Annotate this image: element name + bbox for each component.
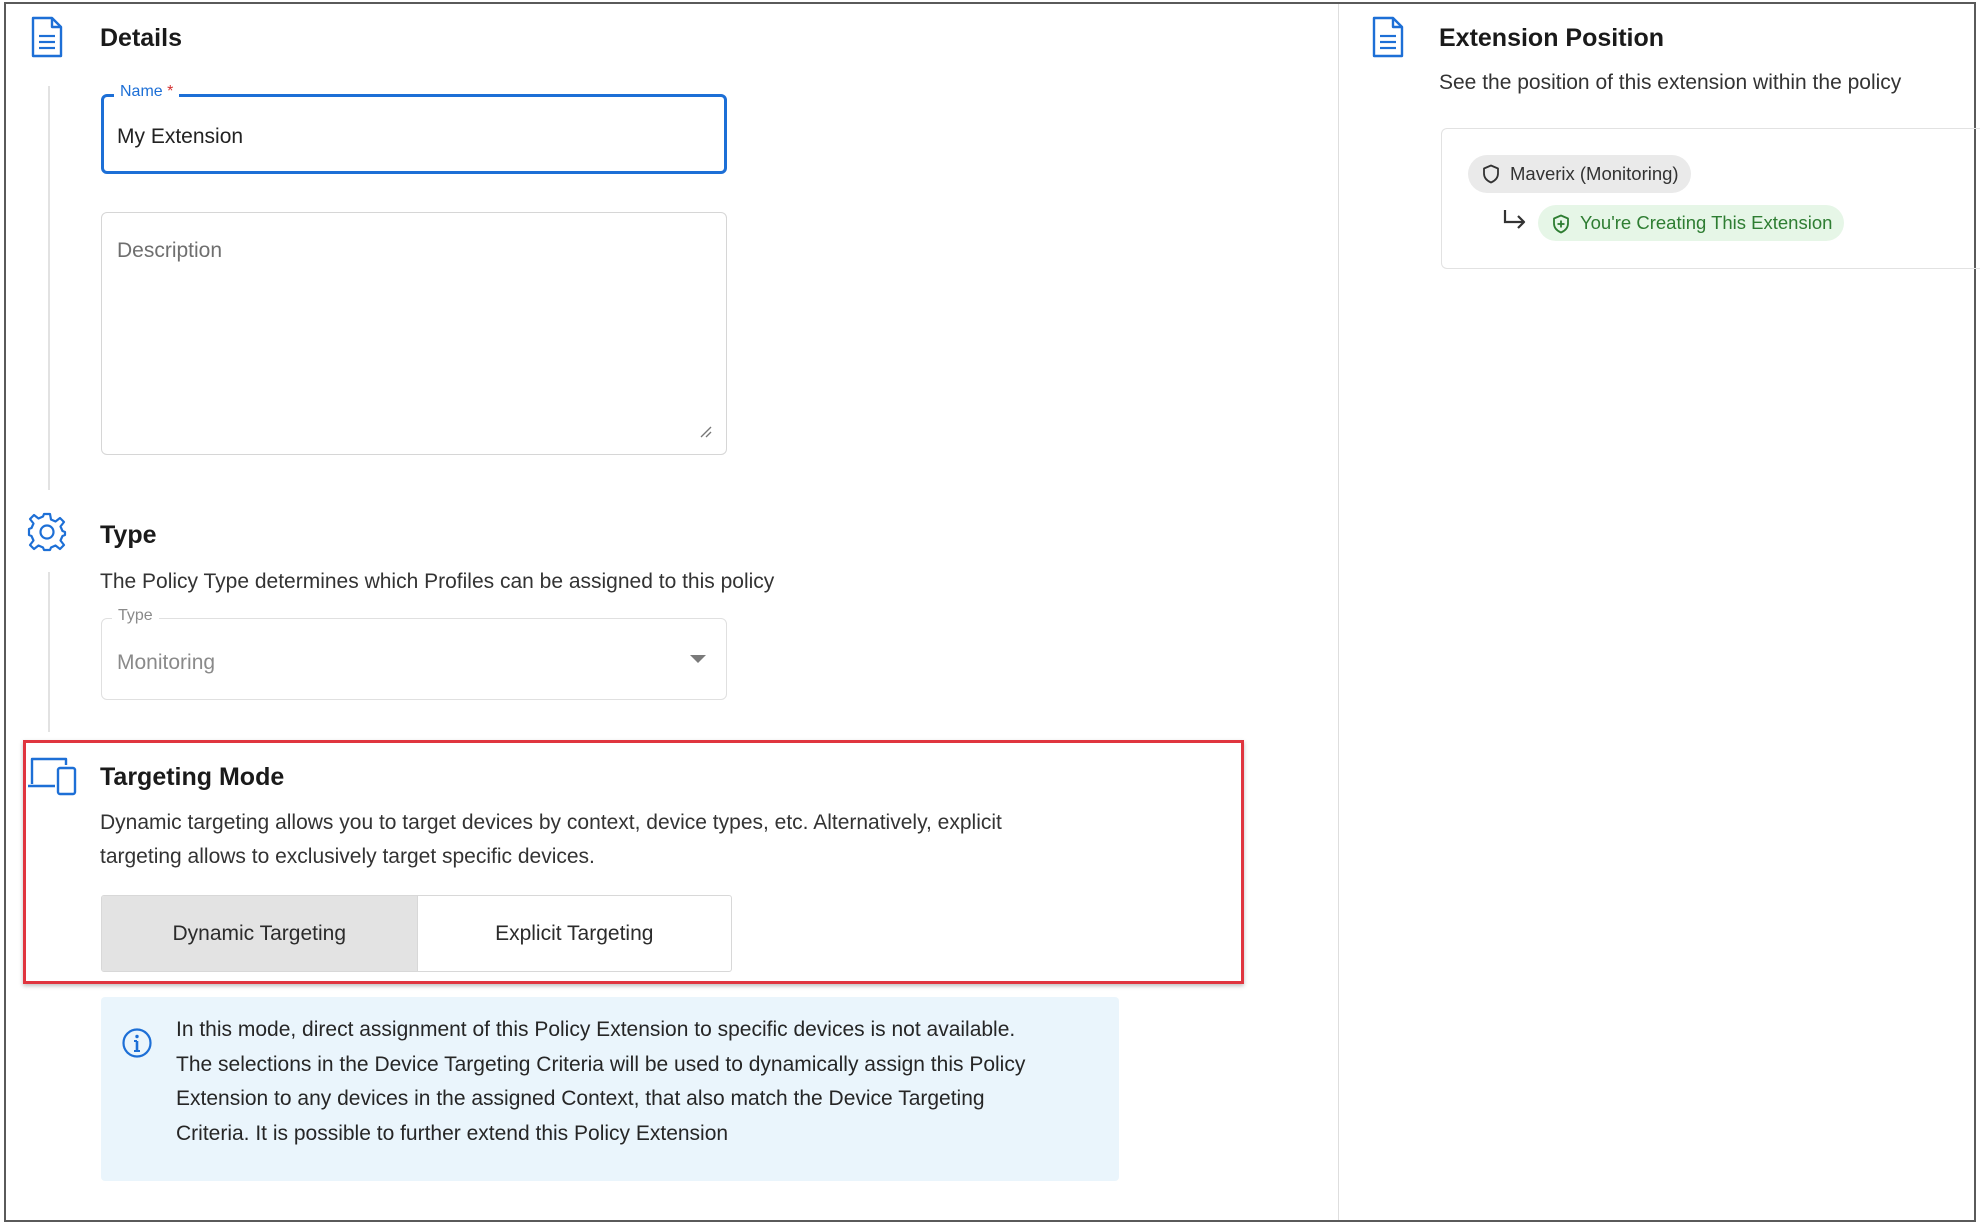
description-placeholder: Description bbox=[117, 239, 223, 262]
chevron-down-icon bbox=[690, 655, 706, 663]
targeting-info-text: In this mode, direct assignment of this … bbox=[176, 1013, 1096, 1151]
dynamic-targeting-button[interactable]: Dynamic Targeting bbox=[102, 896, 417, 971]
parent-policy-chip[interactable]: Maverix (Monitoring) bbox=[1468, 155, 1691, 193]
type-select-value: Monitoring bbox=[117, 651, 216, 674]
name-label: Name * bbox=[114, 83, 180, 101]
details-title: Details bbox=[100, 24, 182, 52]
details-connector-line bbox=[48, 86, 50, 490]
gear-icon bbox=[27, 512, 67, 552]
type-title: Type bbox=[100, 521, 157, 549]
info-line: Criteria. It is possible to further exte… bbox=[176, 1121, 729, 1145]
extension-position-card: Maverix (Monitoring) You're Creating Thi… bbox=[1441, 128, 1980, 269]
info-icon bbox=[122, 1028, 152, 1058]
targeting-mode-description-line1: Dynamic targeting allows you to target d… bbox=[100, 811, 1002, 834]
type-connector-line bbox=[48, 572, 50, 732]
devices-icon bbox=[28, 757, 77, 796]
targeting-info-box: In this mode, direct assignment of this … bbox=[101, 997, 1119, 1181]
name-field[interactable]: Name * My Extension bbox=[101, 83, 727, 174]
type-select-label: Type bbox=[112, 607, 159, 625]
return-arrow-icon bbox=[1503, 210, 1526, 229]
document-icon bbox=[31, 16, 63, 58]
required-mark: * bbox=[167, 83, 174, 100]
shield-icon bbox=[1483, 164, 1499, 184]
explicit-targeting-button[interactable]: Explicit Targeting bbox=[416, 896, 732, 971]
targeting-mode-title: Targeting Mode bbox=[100, 763, 285, 791]
resize-handle-icon[interactable] bbox=[700, 426, 712, 438]
document-icon bbox=[1372, 16, 1404, 58]
description-textarea[interactable]: Description bbox=[101, 212, 727, 455]
parent-policy-chip-label: Maverix (Monitoring) bbox=[1510, 163, 1679, 184]
extension-position-description: See the position of this extension withi… bbox=[1439, 71, 1902, 94]
info-line: In this mode, direct assignment of this … bbox=[176, 1018, 1016, 1041]
info-line: Extension to any devices in the assigned… bbox=[176, 1087, 985, 1110]
targeting-mode-toggle: Dynamic Targeting Explicit Targeting bbox=[101, 895, 732, 972]
app-frame: Details Name * My Extension Description … bbox=[4, 2, 1980, 1222]
shield-plus-icon bbox=[1553, 214, 1569, 234]
type-select[interactable]: Type Monitoring bbox=[101, 607, 727, 700]
type-description: The Policy Type determines which Profile… bbox=[100, 570, 775, 593]
extension-position-title: Extension Position bbox=[1439, 24, 1665, 52]
current-extension-chip: You're Creating This Extension bbox=[1538, 205, 1845, 241]
current-extension-chip-label: You're Creating This Extension bbox=[1580, 212, 1833, 233]
column-divider bbox=[1338, 4, 1339, 1220]
info-line: The selections in the Device Targeting C… bbox=[176, 1052, 1026, 1076]
targeting-mode-description-line2: targeting allows to exclusively target s… bbox=[100, 845, 595, 868]
name-input-value: My Extension bbox=[117, 125, 244, 148]
